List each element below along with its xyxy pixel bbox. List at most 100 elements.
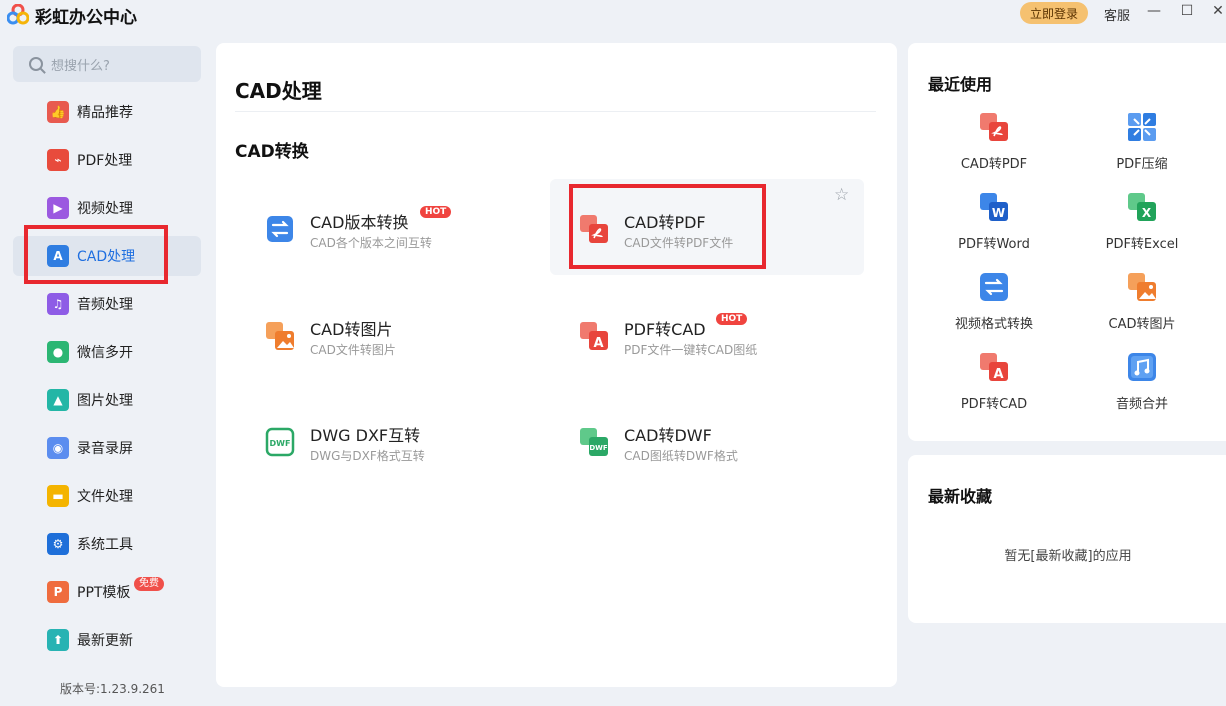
tool-card-cad-to-image[interactable]: CAD转图片 CAD文件转图片 [250, 286, 564, 382]
sidebar-item-label: 录音录屏 [77, 441, 133, 457]
video-convert-icon [978, 271, 1010, 303]
cad-to-image-icon [264, 320, 296, 352]
tool-name: CAD转DWF [624, 426, 712, 445]
sidebar-item-ppt[interactable]: P PPT模板 免费 [13, 572, 201, 612]
sidebar-item-audio[interactable]: ♫ 音频处理 [13, 284, 201, 324]
hot-badge: HOT [716, 313, 748, 325]
title-bar: 彩虹办公中心 立即登录 客服 — ☐ ✕ [0, 0, 1226, 30]
tool-name: DWG DXF互转 [310, 426, 421, 445]
svg-text:A: A [593, 336, 603, 351]
search-icon [29, 57, 43, 71]
favorites-empty-text: 暂无[最新收藏]的应用 [1004, 549, 1132, 564]
search-placeholder: 想搜什么? [51, 58, 110, 74]
image-icon: ▲ [47, 389, 69, 411]
recent-item-label: CAD转PDF [960, 157, 1028, 172]
svg-text:W: W [992, 206, 1005, 220]
close-icon[interactable]: ✕ [1208, 3, 1226, 19]
cad-to-pdf-icon [978, 111, 1010, 143]
tool-name: CAD转图片 [310, 320, 393, 339]
recent-item-cad-to-image[interactable]: CAD转图片 [1056, 271, 1206, 337]
sidebar-item-label: 微信多开 [77, 345, 133, 361]
page-title: CAD处理 [235, 79, 322, 103]
tool-name: PDF转CAD [624, 320, 706, 339]
tool-card-dwg-dxf[interactable]: DWF DWG DXF互转 DWG与DXF格式互转 [250, 392, 564, 488]
ppt-icon: P [47, 581, 69, 603]
tool-card-cad-to-dwf[interactable]: DWF CAD转DWF CAD图纸转DWF格式 [550, 392, 864, 488]
sidebar-item-record[interactable]: ◉ 录音录屏 [13, 428, 201, 468]
login-button[interactable]: 立即登录 [1020, 2, 1088, 24]
sidebar-item-recommended[interactable]: 👍 精品推荐 [13, 92, 201, 132]
sidebar-item-wechat[interactable]: ● 微信多开 [13, 332, 201, 372]
recent-item-cad-to-pdf[interactable]: CAD转PDF [908, 111, 1058, 177]
favorites-title: 最新收藏 [928, 487, 993, 506]
highlight-frame [24, 225, 168, 284]
sidebar-item-label: 图片处理 [77, 393, 133, 409]
sidebar-item-label: 最新更新 [77, 633, 133, 649]
tool-card-pdf-to-cad[interactable]: A PDF转CAD HOT PDF文件一键转CAD图纸 [550, 286, 864, 382]
recent-item-pdf-to-cad[interactable]: A PDF转CAD [908, 351, 1058, 417]
sidebar-item-label: 系统工具 [77, 537, 133, 553]
sidebar-item-pdf[interactable]: ⌁ PDF处理 [13, 140, 201, 180]
sidebar-item-label: 文件处理 [77, 489, 133, 505]
recent-item-pdf-to-excel[interactable]: X PDF转Excel [1056, 191, 1206, 257]
tool-desc: DWG与DXF格式互转 [310, 449, 425, 463]
customer-service-link[interactable]: 客服 [1104, 5, 1130, 24]
tool-card-cad-version[interactable]: CAD版本转换 HOT CAD各个版本之间互转 [250, 179, 564, 275]
version-label: 版本号:1.23.9.261 [60, 682, 165, 696]
pdf-icon: ⌁ [47, 149, 69, 171]
recent-item-pdf-compress[interactable]: PDF压缩 [1056, 111, 1206, 177]
maximize-icon[interactable]: ☐ [1177, 3, 1197, 19]
svg-text:X: X [1142, 206, 1152, 220]
section-title: CAD转换 [235, 142, 309, 162]
recent-item-label: 音频合并 [1115, 397, 1168, 412]
tool-desc: PDF文件一键转CAD图纸 [624, 343, 758, 357]
svg-text:DWF: DWF [270, 439, 291, 448]
divider [235, 111, 876, 112]
app-title: 彩虹办公中心 [35, 7, 137, 28]
mic-icon: ◉ [47, 437, 69, 459]
highlight-frame [569, 184, 766, 269]
sidebar-item-video[interactable]: ▶ 视频处理 [13, 188, 201, 228]
app-logo-icon [6, 3, 30, 26]
recent-item-audio-merge[interactable]: 音频合并 [1056, 351, 1206, 417]
music-icon: ♫ [47, 293, 69, 315]
sidebar: 想搜什么? 👍 精品推荐 ⌁ PDF处理 ▶ 视频处理 A CAD处理 ♫ 音频… [0, 30, 214, 706]
search-input[interactable]: 想搜什么? [13, 46, 201, 82]
tool-name: CAD版本转换 [310, 213, 409, 232]
recent-item-label: 视频格式转换 [954, 317, 1033, 332]
recent-item-label: PDF转Word [958, 237, 1030, 252]
dwg-dxf-icon: DWF [264, 426, 296, 458]
recent-item-video-convert[interactable]: 视频格式转换 [908, 271, 1058, 337]
sidebar-item-updates[interactable]: ⬆ 最新更新 [13, 620, 201, 660]
gear-icon: ⚙ [47, 533, 69, 555]
swap-icon [264, 213, 296, 245]
sidebar-item-label: PDF处理 [77, 153, 133, 169]
sidebar-item-label: 音频处理 [77, 297, 133, 313]
sidebar-item-system[interactable]: ⚙ 系统工具 [13, 524, 201, 564]
sidebar-item-image[interactable]: ▲ 图片处理 [13, 380, 201, 420]
recent-item-label: CAD转图片 [1108, 317, 1176, 332]
sidebar-item-file[interactable]: ▬ 文件处理 [13, 476, 201, 516]
cad-to-image-icon [1126, 271, 1158, 303]
svg-text:DWF: DWF [589, 444, 608, 452]
sidebar-item-label: PPT模板 [77, 585, 131, 601]
recent-item-label: PDF压缩 [1116, 157, 1168, 172]
pdf-to-cad-icon: A [578, 320, 610, 352]
recent-item-pdf-to-word[interactable]: W PDF转Word [908, 191, 1058, 257]
folder-icon: ▬ [47, 485, 69, 507]
free-badge: 免费 [134, 577, 164, 591]
sidebar-item-label: 视频处理 [77, 201, 133, 217]
sidebar-item-label: 精品推荐 [77, 105, 133, 121]
tool-desc: CAD各个版本之间互转 [310, 236, 432, 250]
tool-desc: CAD文件转图片 [310, 343, 396, 357]
compress-icon [1126, 111, 1158, 143]
pdf-to-word-icon: W [978, 191, 1010, 223]
recent-title: 最近使用 [928, 75, 993, 94]
favorites-panel: 最新收藏 暂无[最新收藏]的应用 [908, 455, 1226, 623]
minimize-icon[interactable]: — [1144, 3, 1164, 19]
hot-badge: HOT [420, 206, 452, 218]
svg-text:A: A [993, 367, 1003, 382]
wechat-icon: ● [47, 341, 69, 363]
favorite-star-icon[interactable]: ☆ [834, 185, 849, 205]
pdf-to-excel-icon: X [1126, 191, 1158, 223]
